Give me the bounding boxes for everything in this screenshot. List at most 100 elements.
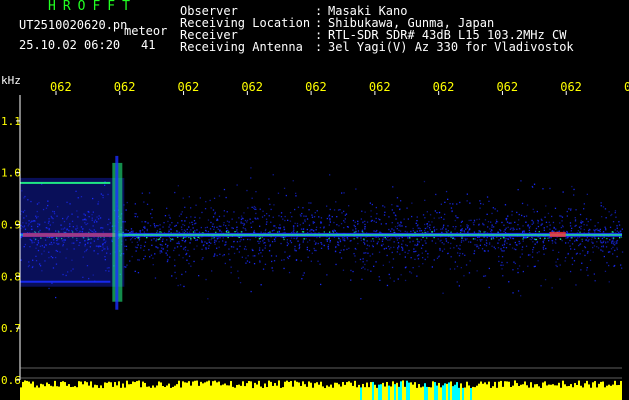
- noise-dot: [149, 225, 152, 227]
- level-bar: [578, 380, 580, 400]
- noise-dot: [134, 203, 136, 205]
- noise-dot: [542, 246, 544, 248]
- level-bar: [352, 385, 354, 400]
- noise-dot: [447, 230, 449, 232]
- noise-dot: [326, 217, 328, 220]
- noise-dot: [514, 262, 516, 265]
- noise-dot: [361, 210, 363, 212]
- noise-dot: [296, 225, 299, 227]
- level-bar: [308, 381, 310, 400]
- noise-dot: [539, 237, 541, 239]
- noise-dot: [273, 229, 275, 231]
- level-bar: [504, 381, 506, 400]
- noise-dot: [472, 222, 474, 224]
- level-bar: [156, 385, 158, 400]
- noise-dot: [178, 254, 180, 256]
- noise-dot: [522, 240, 524, 242]
- noise-dot: [132, 231, 134, 233]
- level-bar: [588, 384, 590, 400]
- noise-dot: [401, 249, 403, 251]
- x-tick-label: 062: [560, 80, 582, 94]
- noise-dot: [292, 180, 294, 182]
- noise-dot: [180, 213, 182, 215]
- level-bar: [466, 381, 468, 400]
- noise-dot: [380, 244, 383, 246]
- noise-dot: [444, 201, 446, 203]
- noise-dot: [315, 229, 317, 231]
- noise-dot: [343, 210, 345, 212]
- noise-dot: [523, 215, 525, 218]
- level-bar: [120, 387, 122, 400]
- noise-dot: [129, 260, 131, 262]
- noise-dot: [413, 248, 415, 250]
- meteor-echo-region: [20, 177, 125, 287]
- noise-dot: [616, 225, 618, 227]
- noise-dot: [521, 253, 523, 255]
- noise-dot: [434, 210, 436, 212]
- noise-dot: [452, 226, 454, 228]
- noise-dot: [315, 249, 317, 252]
- noise-dot: [336, 216, 338, 218]
- noise-dot: [146, 203, 149, 205]
- noise-dot: [245, 262, 247, 264]
- noise-dot: [612, 253, 614, 255]
- noise-dot: [178, 231, 181, 234]
- noise-dot: [161, 244, 163, 246]
- noise-dot: [491, 226, 493, 228]
- noise-dot: [401, 225, 403, 227]
- noise-dot: [164, 215, 167, 217]
- level-bar: [186, 382, 188, 400]
- noise-dot: [378, 218, 380, 220]
- noise-dot: [218, 215, 221, 218]
- noise-dot: [454, 268, 456, 270]
- noise-dot: [416, 275, 418, 277]
- noise-dot: [190, 229, 192, 231]
- noise-dot: [427, 256, 429, 258]
- level-bar: [248, 381, 250, 400]
- noise-dot: [569, 225, 572, 227]
- noise-dot: [395, 215, 397, 217]
- level-bar: [82, 384, 84, 400]
- noise-dot: [213, 226, 215, 228]
- noise-dot: [393, 246, 395, 248]
- noise-dot: [428, 227, 431, 229]
- level-bar: [268, 380, 270, 400]
- noise-dot: [263, 214, 266, 217]
- noise-dot: [615, 243, 617, 245]
- noise-dot: [510, 237, 512, 239]
- level-bar: [306, 386, 308, 400]
- noise-dot: [231, 246, 233, 248]
- noise-dot: [379, 231, 381, 233]
- level-bar: [410, 382, 412, 400]
- noise-dot: [534, 243, 536, 245]
- noise-dot: [275, 237, 277, 239]
- noise-dot: [364, 243, 366, 245]
- noise-dot: [255, 191, 257, 193]
- noise-dot: [367, 252, 369, 254]
- level-bar: [470, 388, 472, 400]
- noise-dot: [288, 271, 291, 274]
- noise-dot: [404, 256, 406, 258]
- noise-dot: [135, 250, 137, 252]
- noise-dot: [216, 226, 218, 228]
- noise-dot: [255, 212, 257, 215]
- level-bar: [414, 382, 416, 400]
- noise-dot: [414, 258, 416, 260]
- level-bar: [262, 387, 264, 400]
- noise-dot: [229, 259, 231, 261]
- noise-dot: [224, 241, 227, 243]
- noise-dot: [497, 242, 499, 244]
- noise-dot: [559, 278, 561, 280]
- noise-dot: [348, 247, 350, 249]
- noise-dot: [399, 208, 401, 210]
- level-bar: [334, 382, 336, 400]
- noise-dot: [561, 240, 563, 242]
- noise-dot: [317, 260, 319, 262]
- noise-dot: [224, 262, 226, 265]
- noise-dot: [416, 244, 418, 247]
- noise-dot: [404, 267, 407, 269]
- level-bar: [616, 385, 618, 400]
- noise-dot: [396, 251, 398, 253]
- noise-dot: [163, 222, 165, 224]
- noise-dot: [341, 192, 343, 194]
